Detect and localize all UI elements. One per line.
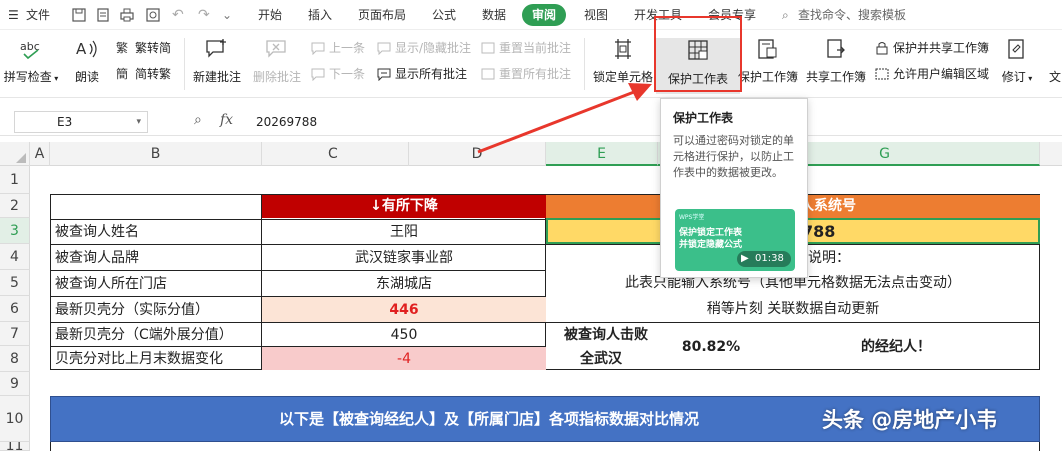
annotation-arrow (477, 83, 652, 154)
